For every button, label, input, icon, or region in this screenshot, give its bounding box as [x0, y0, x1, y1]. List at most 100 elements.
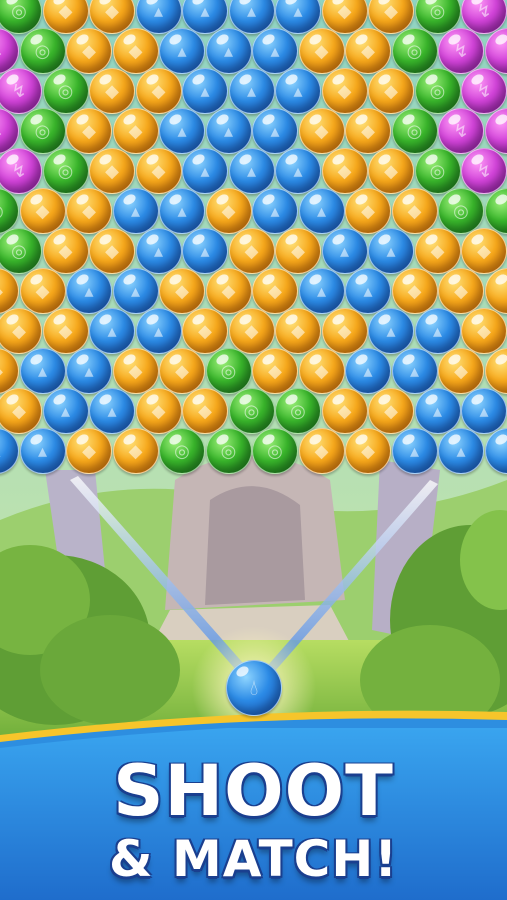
green-bubble: ◎ [414, 68, 461, 114]
blue-bubble: ▴ [345, 268, 391, 314]
water-drop-icon: ▴ [409, 440, 420, 462]
orange-bubble: ◆ [135, 148, 182, 194]
orange-bubble: ◆ [89, 68, 135, 114]
flame-icon: ◆ [337, 320, 352, 342]
flame-icon: ◆ [361, 40, 375, 62]
flame-icon: ◆ [430, 240, 445, 262]
flame-icon: ◆ [361, 200, 375, 222]
bubble-grid: ◎ ◆ ◆ ▴ ▴ ▴ ▴ ◆ ◆ ◎ ↯ ↯ ◎ ◆ ◆ ▴ ▴ ▴ ◆ ◆ ◎ ↯ ↯ ◎ ◆ ◆ ▴ ▴ ▴ ◆ ◆ ◎ ↯ ↯ ◎ ◆ ◆ ▴ ▴ ▴… [0, 0, 507, 480]
water-drop-icon: ▴ [153, 320, 164, 342]
lightning-icon: ↯ [0, 109, 18, 153]
orange-bubble: ◆ [112, 348, 159, 394]
flame-icon: ◆ [268, 280, 282, 302]
swirl-icon: ◎ [290, 400, 306, 422]
water-drop-icon: ▴ [223, 40, 234, 62]
lightning-icon: ↯ [11, 80, 27, 102]
blue-bubble: ▴ [135, 308, 182, 354]
water-drop-icon: ▴ [107, 320, 117, 342]
cta-line-match: & MATCH! [108, 830, 399, 888]
swirl-icon: ◎ [57, 160, 74, 182]
flame-icon: ◆ [314, 40, 329, 62]
orange-bubble: ◆ [66, 428, 112, 474]
water-drop-icon: ▴ [0, 429, 18, 473]
blue-bubble: ▴ [275, 148, 321, 194]
flame-icon: ◆ [12, 320, 26, 342]
orange-bubble: ◆ [275, 228, 321, 274]
green-bubble: ◎ [19, 28, 66, 74]
blue-bubble: ▴ [414, 308, 461, 354]
blue-bubble: ▴ [368, 228, 414, 274]
water-drop-icon: ▴ [200, 80, 210, 102]
cta-headline: SHOOT & MATCH! [0, 754, 507, 890]
flame-icon: ◆ [337, 160, 352, 182]
orange-bubble: ◆ [0, 388, 42, 434]
blue-bubble: ▴ [438, 428, 484, 474]
flame-icon: ◆ [0, 269, 18, 313]
blue-bubble: ▴ [298, 268, 345, 314]
water-drop-icon: ▴ [316, 280, 327, 302]
orange-bubble: ◆ [345, 108, 391, 154]
water-drop-icon: ▴ [363, 280, 373, 302]
lightning-icon: ↯ [476, 80, 492, 102]
flame-icon: ◆ [477, 320, 491, 342]
swirl-icon: ◎ [429, 160, 446, 182]
water-drop-icon: ▴ [246, 160, 257, 182]
orange-bubble: ◆ [345, 28, 391, 74]
green-bubble: ◎ [0, 228, 42, 274]
water-drop-icon: ▴ [200, 160, 210, 182]
water-drop-icon: ▴ [177, 200, 187, 222]
water-drop-icon: ▴ [177, 120, 187, 142]
orange-bubble: ◆ [321, 308, 368, 354]
purple-bubble: ↯ [0, 148, 42, 194]
orange-bubble: ◆ [112, 28, 159, 74]
shooter-bubble[interactable]: 💧︎ [226, 660, 282, 716]
swirl-icon: ◎ [220, 360, 237, 382]
flame-icon: ◆ [198, 320, 212, 342]
blue-bubble: ▴ [228, 148, 275, 194]
blue-bubble: ▴ [89, 308, 135, 354]
green-bubble [484, 188, 507, 234]
green-bubble: ◎ [42, 148, 89, 194]
orange-bubble: ◆ [252, 348, 298, 394]
flame-icon: ◆ [82, 40, 96, 62]
flame-icon: ◆ [82, 200, 96, 222]
swirl-icon: ◎ [11, 240, 27, 262]
orange-bubble: ◆ [66, 28, 112, 74]
blue-bubble: ▴ [182, 68, 228, 114]
water-drop-icon: ▴ [316, 200, 327, 222]
purple-bubble: ↯ [438, 28, 484, 74]
purple-bubble: ↯ [461, 68, 507, 114]
orange-bubble: ◆ [275, 308, 321, 354]
water-drop-icon: ▴ [363, 360, 373, 382]
water-drop-icon: ▴ [37, 440, 48, 462]
orange-bubble [484, 348, 507, 394]
flame-icon: ◆ [58, 240, 73, 262]
water-drop-icon: ▴ [432, 400, 443, 422]
flame-icon: ◆ [82, 120, 96, 142]
water-drop-icon: ▴ [456, 440, 466, 462]
blue-bubble: ▴ [368, 308, 414, 354]
orange-bubble: ◆ [135, 68, 182, 114]
flame-icon: ◆ [407, 280, 422, 302]
blue-bubble: ▴ [159, 188, 205, 234]
orange-bubble: ◆ [159, 268, 205, 314]
flame-icon: ◆ [175, 360, 189, 382]
green-bubble: ◎ [275, 388, 321, 434]
water-drop-icon: ▴ [200, 240, 210, 262]
blue-bubble: ▴ [112, 188, 159, 234]
water-drop-icon: ▴ [84, 280, 94, 302]
game-screen[interactable]: ◎ ◆ ◆ ▴ ▴ ▴ ▴ ◆ ◆ ◎ ↯ ↯ ◎ ◆ ◆ ▴ ▴ ▴ ◆ ◆ ◎ ↯ ↯ ◎ ◆ ◆ ▴ ▴ ▴ ◆ ◆ ◎ ↯ ↯ ◎ ◆ ◆ ▴ ▴ ▴… [0, 0, 507, 900]
flame-icon: ◆ [244, 320, 259, 342]
green-bubble: ◎ [205, 348, 252, 394]
orange-bubble: ◆ [135, 388, 182, 434]
water-drop-icon: ▴ [293, 160, 303, 182]
orange-bubble: ◆ [228, 228, 275, 274]
flame-icon: ◆ [175, 280, 189, 302]
orange-bubble: ◆ [321, 388, 368, 434]
flame-icon: ◆ [221, 200, 236, 222]
orange-bubble [484, 268, 507, 314]
flame-icon: ◆ [384, 80, 398, 102]
blue-bubble: ▴ [19, 428, 66, 474]
blue-bubble: ▴ [345, 348, 391, 394]
lightning-icon: ↯ [453, 120, 469, 142]
